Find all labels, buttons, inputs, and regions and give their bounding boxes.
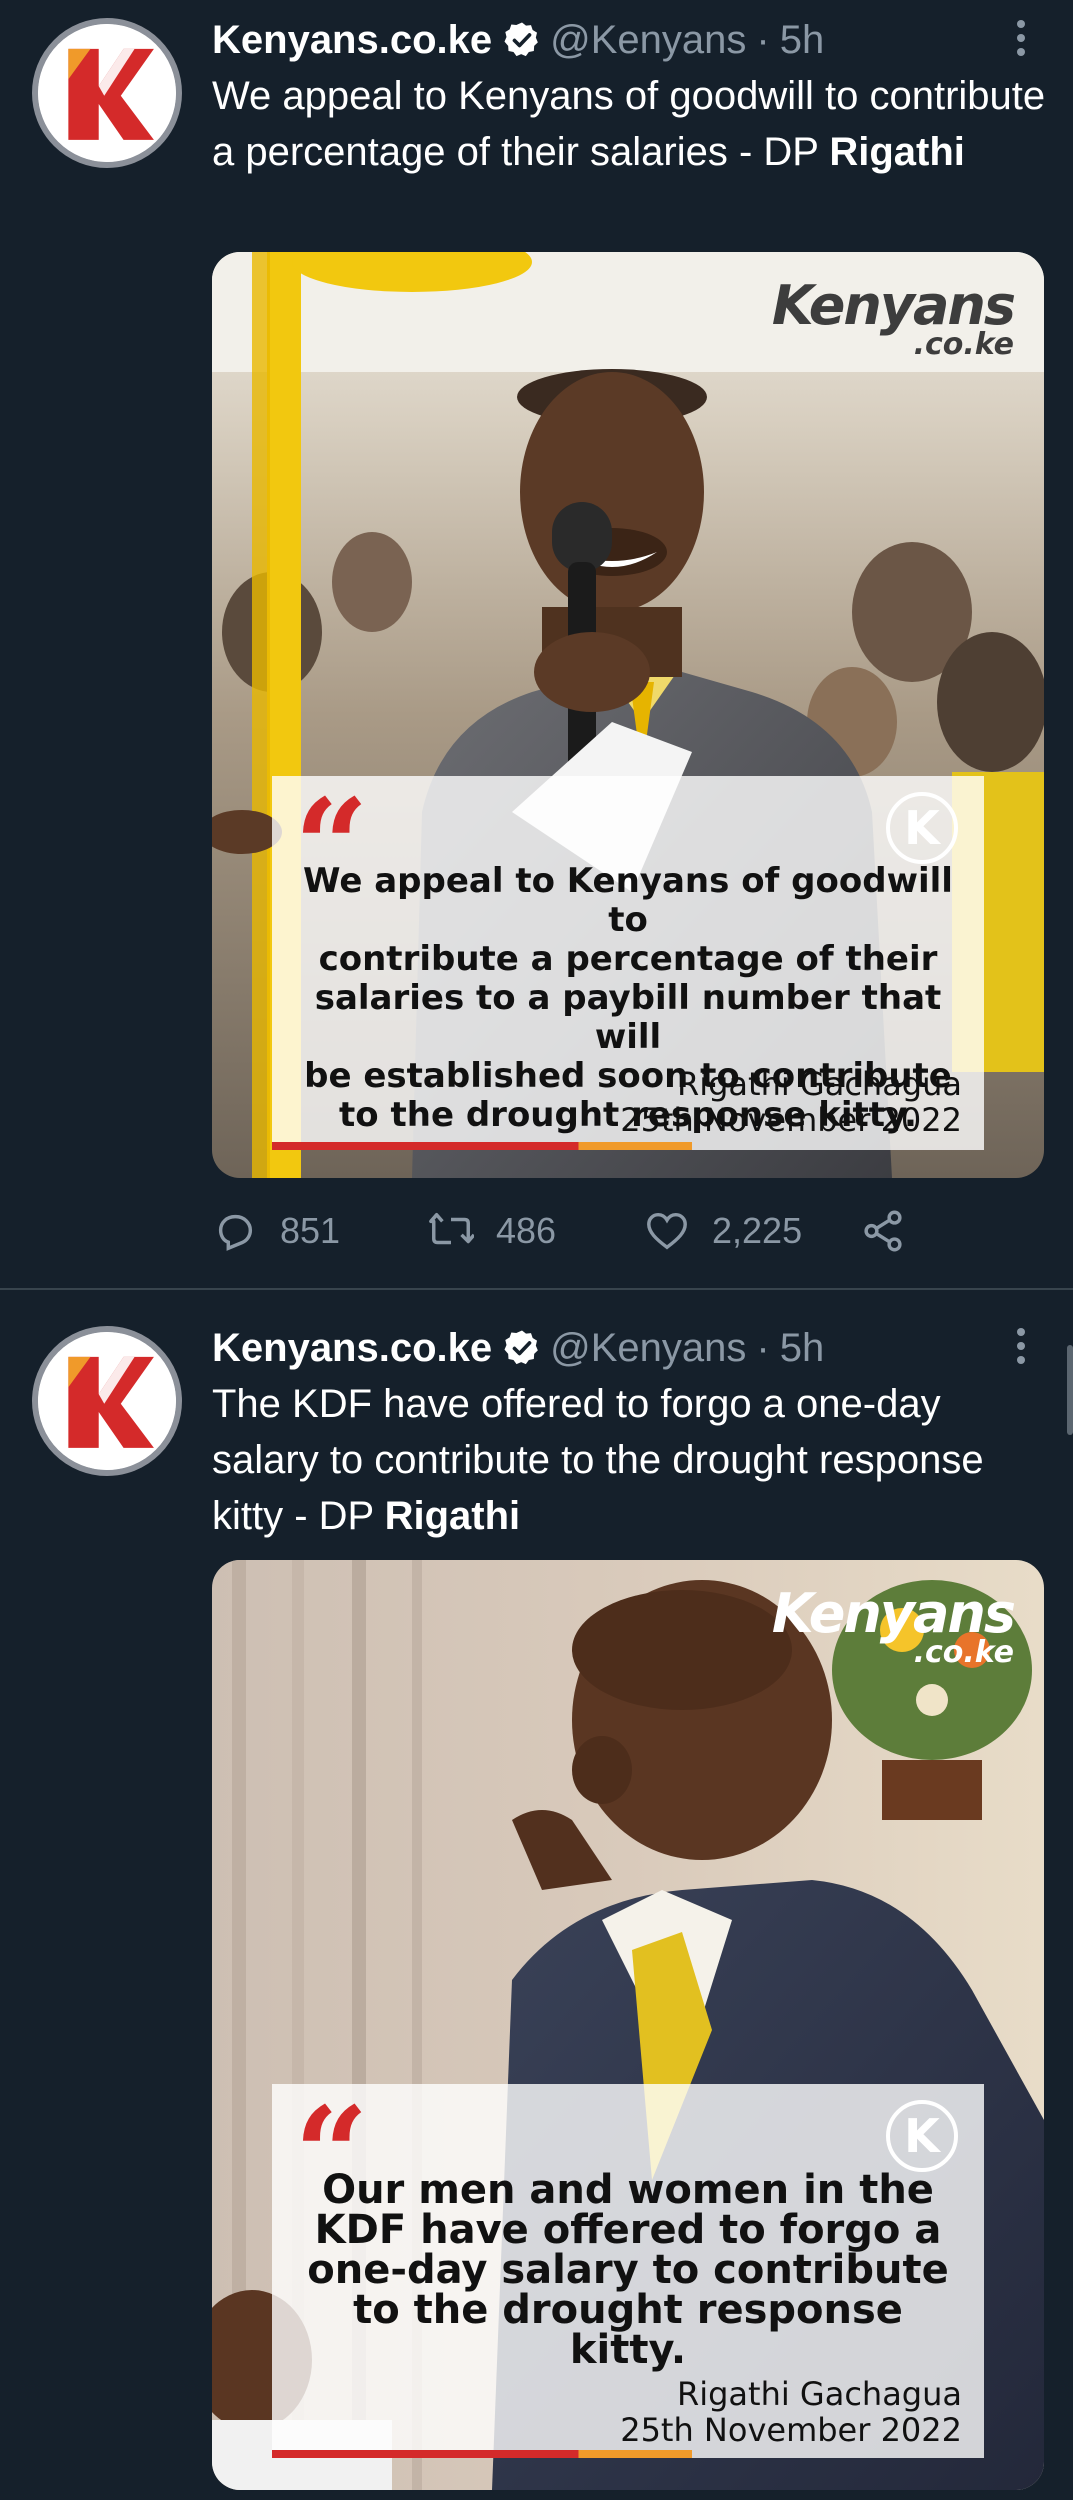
tweet[interactable]: Kenyans.co.ke @Kenyans · 5h The KDF have… [0,1290,1073,2500]
quote-line: to the drought response [353,2287,903,2333]
separator-dot: · [756,17,770,62]
tweet-text: We appeal to Kenyans of goodwill to cont… [212,68,1049,180]
avatar[interactable] [32,18,182,168]
watermark-main: Kenyans [771,274,1016,337]
kenyans-watermark: Kenyans .co.ke [771,274,1016,359]
quote-line: contribute a percentage of their [318,939,938,979]
reply-count: 851 [280,1210,341,1251]
quote-author: Rigathi Gachagua [676,2375,962,2413]
tweet-header: Kenyans.co.ke @Kenyans · 5h [212,1320,1013,1376]
kenyans-logo-icon [38,24,176,162]
timestamp[interactable]: 5h [780,1326,825,1371]
quote-line: Our men and women in the [322,2167,934,2213]
tweet-text-bold[interactable]: Rigathi [385,1494,521,1538]
quote-card: “ K Our men and women in the KDF have of… [272,2084,984,2458]
scrollbar-thumb[interactable] [1067,1345,1073,1435]
quote-attribution: Rigathi Gachagua 25th November 2022 [620,1066,962,1138]
retweet-icon [429,1212,474,1245]
tweet-image[interactable]: Kenyans .co.ke “ K We appeal to Kenyans … [212,252,1044,1178]
tweet[interactable]: Kenyans.co.ke @Kenyans · 5h We appeal to… [0,0,1073,1290]
quote-line: one-day salary to contribute [307,2247,949,2293]
like-count: 2,225 [712,1210,803,1251]
separator-dot: · [756,1325,770,1370]
reply-icon [218,1214,253,1251]
quote-attribution: Rigathi Gachagua 25th November 2022 [620,2376,962,2448]
quote-author: Rigathi Gachagua [676,1065,962,1103]
brand-bar [272,2450,692,2458]
display-name[interactable]: Kenyans.co.ke [212,1326,492,1371]
kenyans-watermark: Kenyans .co.ke [771,1582,1016,1667]
more-options-icon[interactable] [1013,20,1029,56]
retweet-count: 486 [496,1210,557,1251]
tweet-image[interactable]: Kenyans .co.ke “ K Our men and women in … [212,1560,1044,2490]
verified-badge-icon [504,1330,538,1365]
more-options-icon[interactable] [1013,1328,1029,1364]
tweet-actions: 851 486 2,225 [212,1208,906,1254]
verified-badge-icon [504,22,538,57]
brand-bar [272,1142,692,1150]
quote-line: We appeal to Kenyans of goodwill to [303,861,953,940]
quote-date: 25th November 2022 [620,1101,962,1139]
heart-icon [647,1212,687,1250]
retweet-button[interactable]: 486 [428,1208,644,1254]
quote-date: 25th November 2022 [620,2411,962,2449]
quote-text: Our men and women in the KDF have offere… [292,2170,964,2370]
tweet-text: The KDF have offered to forgo a one-day … [212,1376,1049,1544]
like-button[interactable]: 2,225 [644,1208,860,1254]
quote-line: kitty. [569,2327,687,2373]
timestamp[interactable]: 5h [780,18,825,63]
k-badge-icon: K [886,2100,958,2172]
quote-line: KDF have offered to forgo a [314,2207,942,2253]
display-name[interactable]: Kenyans.co.ke [212,18,492,63]
avatar[interactable] [32,1326,182,1476]
tweet-text-plain: The KDF have offered to forgo a one-day … [212,1382,984,1538]
k-badge-icon: K [886,792,958,864]
reply-button[interactable]: 851 [212,1208,428,1254]
kenyans-logo-icon [38,1332,176,1470]
tweet-text-bold[interactable]: Rigathi [829,130,965,174]
share-icon [864,1210,902,1252]
handle[interactable]: @Kenyans [550,18,746,63]
quote-line: salaries to a paybill number that will [314,978,942,1057]
quote-card: “ K We appeal to Kenyans of goodwill to … [272,776,984,1150]
tweet-header: Kenyans.co.ke @Kenyans · 5h [212,12,1013,68]
share-button[interactable] [860,1208,906,1254]
handle[interactable]: @Kenyans [550,1326,746,1371]
watermark-main: Kenyans [771,1582,1016,1645]
